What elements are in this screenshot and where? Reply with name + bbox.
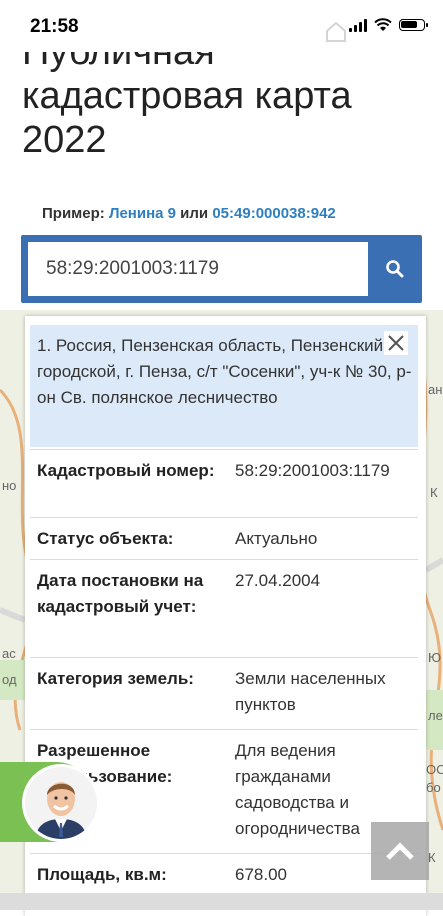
close-button[interactable]	[384, 331, 408, 355]
map-label: од	[2, 672, 17, 687]
chevron-up-icon	[386, 842, 414, 860]
map-label: К	[430, 485, 438, 500]
status-icons	[349, 18, 428, 32]
map-label: ле	[428, 708, 443, 723]
map-label: но	[2, 478, 17, 493]
info-row-key: Площадь, кв.м:	[37, 865, 167, 884]
avatar-image	[25, 767, 97, 839]
example-prefix: Пример:	[42, 205, 105, 222]
example-link-address[interactable]: Ленина 9	[109, 205, 176, 222]
example-link-cadastral[interactable]: 05:49:000038:942	[212, 205, 335, 222]
info-row-value: Земли населенных пунктов	[235, 669, 386, 714]
map-label: ас	[2, 646, 16, 661]
map-label: бо	[426, 780, 441, 795]
result-address: 1. Россия, Пензенская область, Пензенски…	[37, 336, 412, 407]
map-label: ан	[428, 382, 443, 397]
cellular-signal-icon	[349, 18, 367, 32]
browser-bottom-bar	[0, 893, 443, 910]
info-row-value: 27.04.2004	[235, 571, 321, 590]
search-button[interactable]	[368, 235, 422, 303]
status-bar: 21:58	[0, 0, 443, 52]
info-row-key: Статус объекта:	[37, 529, 174, 548]
info-row-status: Статус объекта: Актуально	[30, 517, 418, 560]
search-example: Пример: Ленина 9 или 05:49:000038:942	[42, 205, 336, 222]
close-icon	[388, 335, 404, 351]
info-row-key: Кадастровый номер:	[37, 461, 215, 480]
status-time: 21:58	[30, 16, 79, 37]
wifi-icon	[374, 18, 392, 31]
battery-icon	[399, 19, 428, 31]
search-input[interactable]	[28, 242, 368, 296]
info-row-cadastral-number: Кадастровый номер: 58:29:2001003:1179	[30, 449, 418, 517]
info-row-key: Категория земель:	[37, 669, 194, 688]
map-label: К	[428, 850, 436, 865]
info-row-land-category: Категория земель: Земли населенных пункт…	[30, 657, 418, 730]
scroll-top-button[interactable]	[371, 822, 429, 880]
search-bar	[21, 235, 422, 303]
info-row-key: Дата постановки на кадастровый учет:	[37, 571, 204, 616]
info-row-value: 58:29:2001003:1179	[235, 461, 390, 480]
map-label: Ю	[428, 650, 442, 665]
home-icon	[326, 21, 346, 42]
search-icon	[386, 260, 404, 278]
consultant-avatar[interactable]	[22, 764, 100, 842]
info-row-value: Актуально	[235, 529, 318, 548]
info-row-registration-date: Дата постановки на кадастровый учет: 27.…	[30, 559, 418, 658]
map-label: ОС	[426, 762, 443, 777]
result-header: 1. Россия, Пензенская область, Пензенски…	[30, 325, 418, 447]
example-or: или	[180, 205, 209, 222]
